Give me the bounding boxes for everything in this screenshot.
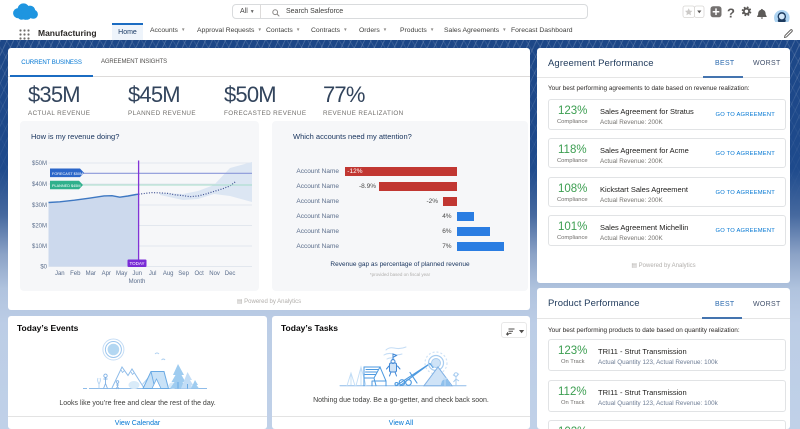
svg-text:May: May xyxy=(116,271,127,277)
svg-text:PLANNED $45M: PLANNED $45M xyxy=(52,184,81,188)
svg-text:Month: Month xyxy=(129,279,146,285)
svg-text:Feb: Feb xyxy=(70,271,81,277)
svg-text:$20M: $20M xyxy=(32,224,47,230)
svg-text:Jun: Jun xyxy=(132,271,142,277)
svg-text:$30M: $30M xyxy=(32,203,47,209)
svg-text:Jul: Jul xyxy=(149,271,157,277)
svg-text:Mar: Mar xyxy=(86,271,96,277)
svg-text:$10M: $10M xyxy=(32,244,47,250)
svg-text:Apr: Apr xyxy=(102,271,111,277)
svg-text:?: ? xyxy=(727,6,735,21)
svg-text:$0: $0 xyxy=(40,265,47,271)
svg-text:TODAY: TODAY xyxy=(129,261,144,266)
svg-text:$50M: $50M xyxy=(32,161,47,167)
svg-text:Aug: Aug xyxy=(163,271,174,277)
svg-text:FORECAST $50M: FORECAST $50M xyxy=(52,172,83,176)
svg-text:Oct: Oct xyxy=(194,271,204,277)
svg-text:Jan: Jan xyxy=(55,271,65,277)
svg-text:Dec: Dec xyxy=(225,271,236,277)
svg-text:Sep: Sep xyxy=(178,271,189,277)
svg-text:Nov: Nov xyxy=(209,271,220,277)
svg-text:$40M: $40M xyxy=(32,182,47,188)
